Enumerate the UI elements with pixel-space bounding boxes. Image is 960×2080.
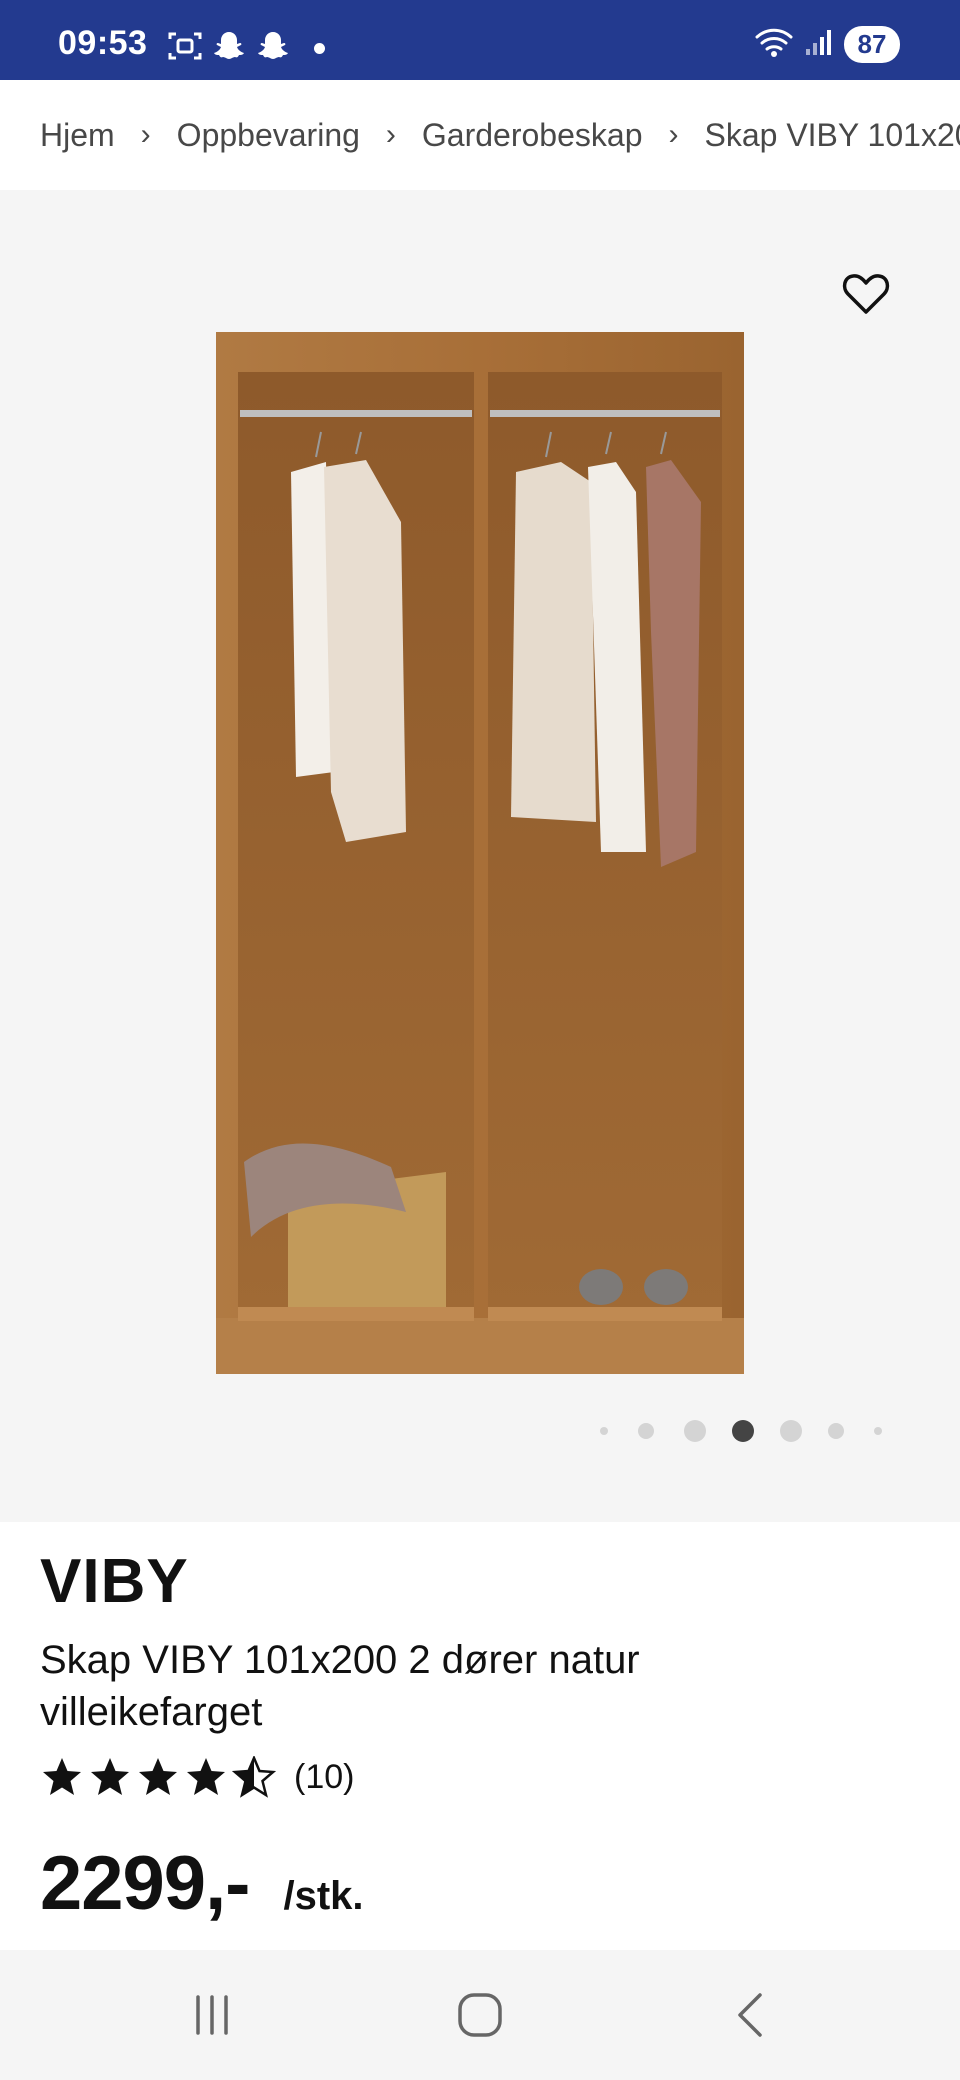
chevron-right-icon: › bbox=[385, 118, 396, 151]
heart-outline-icon bbox=[842, 274, 890, 314]
status-left-icons bbox=[168, 30, 325, 67]
wifi-icon bbox=[754, 26, 794, 63]
favorite-button[interactable] bbox=[836, 264, 896, 324]
carousel-dot[interactable] bbox=[780, 1420, 802, 1442]
star-half-icon bbox=[232, 1756, 276, 1798]
review-count[interactable]: (10) bbox=[294, 1758, 354, 1797]
rating-stars bbox=[40, 1756, 276, 1798]
product-price: 2299,- bbox=[40, 1841, 250, 1926]
star-full-icon bbox=[91, 1758, 129, 1795]
back-button[interactable] bbox=[710, 1980, 790, 2050]
product-brand: VIBY bbox=[40, 1547, 189, 1616]
status-time: 09:53 bbox=[58, 24, 148, 62]
notification-dot bbox=[314, 43, 325, 54]
snapchat-icon bbox=[256, 30, 290, 67]
chevron-right-icon: › bbox=[140, 118, 151, 151]
home-icon bbox=[458, 1993, 502, 2037]
breadcrumb-item-current: Skap VIBY 101x200 bbox=[704, 116, 960, 153]
carousel-dot[interactable] bbox=[600, 1427, 608, 1435]
recent-apps-button[interactable] bbox=[172, 1980, 252, 2050]
price-unit: /stk. bbox=[283, 1874, 364, 1918]
product-gallery[interactable] bbox=[0, 190, 960, 1522]
recent-apps-icon bbox=[196, 1995, 228, 2035]
carousel-dots[interactable] bbox=[600, 1420, 882, 1442]
status-bar: 09:53 87 bbox=[0, 0, 960, 80]
chevron-right-icon: › bbox=[668, 118, 679, 151]
price-row: 2299,- /stk. bbox=[40, 1840, 364, 1927]
battery-indicator: 87 bbox=[844, 26, 900, 63]
product-rating[interactable]: (10) bbox=[40, 1756, 354, 1798]
screenshot-icon bbox=[168, 31, 202, 66]
carousel-dot[interactable] bbox=[684, 1420, 706, 1442]
wardrobe-product-image bbox=[216, 332, 744, 1374]
back-icon bbox=[738, 1993, 762, 2037]
star-full-icon bbox=[139, 1758, 177, 1795]
breadcrumb-item-home[interactable]: Hjem bbox=[40, 117, 115, 154]
carousel-dot[interactable] bbox=[638, 1423, 654, 1439]
star-full-icon bbox=[43, 1758, 81, 1795]
carousel-dot[interactable] bbox=[828, 1423, 844, 1439]
star-full-icon bbox=[187, 1758, 225, 1795]
breadcrumb: Hjem › Oppbevaring › Garderobeskap › Ska… bbox=[0, 80, 960, 190]
snapchat-icon bbox=[212, 30, 246, 67]
system-nav-bar bbox=[0, 1950, 960, 2080]
carousel-dot-active[interactable] bbox=[732, 1420, 754, 1442]
carousel-dot[interactable] bbox=[874, 1427, 882, 1435]
product-info: VIBY Skap VIBY 101x200 2 dører natur vil… bbox=[0, 1522, 960, 1950]
breadcrumb-item-storage[interactable]: Oppbevaring bbox=[177, 117, 360, 154]
product-image[interactable] bbox=[216, 332, 744, 1374]
signal-icon bbox=[804, 27, 834, 62]
status-right-icons: 87 bbox=[754, 26, 900, 63]
product-name: Skap VIBY 101x200 2 dører natur villeike… bbox=[40, 1638, 640, 1734]
breadcrumb-item-wardrobes[interactable]: Garderobeskap bbox=[422, 117, 643, 154]
home-button[interactable] bbox=[440, 1980, 520, 2050]
